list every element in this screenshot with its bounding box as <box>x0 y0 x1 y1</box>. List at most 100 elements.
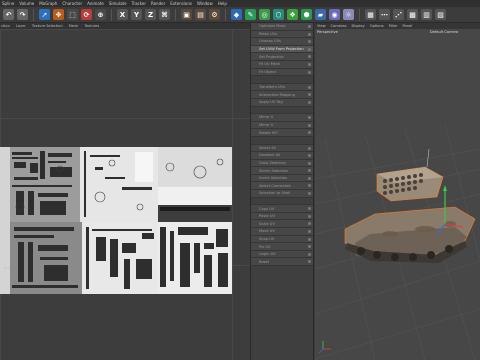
menu-item-tracker[interactable]: Tracker <box>132 1 146 6</box>
redo-icon[interactable]: ↷ <box>17 9 28 20</box>
light-icon[interactable]: ☼ <box>343 9 354 20</box>
viewport-menu-item[interactable]: Options <box>370 24 384 28</box>
floor-icon[interactable]: ▰ <box>315 9 326 20</box>
command-options-icon[interactable] <box>308 123 311 127</box>
uv-command-item[interactable]: Unpin UV <box>251 250 313 259</box>
edges-mode-icon[interactable]: ⋰ <box>393 9 404 20</box>
command-options-icon[interactable] <box>308 222 311 226</box>
uv-command-item[interactable]: Scale UV <box>251 220 313 229</box>
live-selection-icon[interactable]: ➚ <box>39 9 50 20</box>
menu-item-character[interactable]: Character <box>62 1 82 6</box>
command-options-icon[interactable] <box>308 176 311 180</box>
command-options-icon[interactable] <box>308 237 311 241</box>
command-options-icon[interactable] <box>308 25 311 28</box>
uv-command-item[interactable]: Snap UV <box>251 235 313 244</box>
command-options-icon[interactable] <box>308 245 311 249</box>
menu-item-extensions[interactable]: Extensions <box>170 1 192 6</box>
command-options-icon[interactable] <box>308 154 311 158</box>
uv-command-item[interactable]: Pin UV <box>251 243 313 251</box>
undo-icon[interactable]: ↶ <box>3 9 14 20</box>
command-options-icon[interactable] <box>308 116 311 120</box>
command-options-icon[interactable] <box>308 40 311 44</box>
uv-menu-item[interactable]: Layer <box>16 24 26 28</box>
command-options-icon[interactable] <box>308 207 311 211</box>
uv-command-item[interactable]: Deselect All <box>251 152 313 160</box>
render-settings-icon[interactable]: ⚙ <box>209 9 220 20</box>
pen-spline-icon[interactable]: ✎ <box>245 9 256 20</box>
cloner-icon[interactable]: ⬡ <box>273 9 284 20</box>
uv-command-item[interactable]: Unwrap UVs <box>251 38 313 46</box>
uv-command-item[interactable]: Copy UV <box>251 205 313 213</box>
command-options-icon[interactable] <box>308 161 311 165</box>
uv-menu-item[interactable]: ction <box>1 24 10 28</box>
uv-command-item[interactable]: Relax UVs <box>251 30 313 39</box>
command-options-icon[interactable] <box>308 169 311 173</box>
command-options-icon[interactable] <box>308 32 311 36</box>
uv-command-item[interactable]: Paste UV <box>251 212 313 221</box>
points-mode-icon[interactable]: ⋯ <box>379 9 390 20</box>
scale-icon[interactable]: ⬚ <box>67 9 78 20</box>
command-options-icon[interactable] <box>308 230 311 234</box>
uv-command-item[interactable]: Set UVW From Projection <box>251 45 313 54</box>
uv-command-item[interactable]: Apply UV Tag <box>251 98 313 107</box>
effector-icon[interactable]: ⬢ <box>301 9 312 20</box>
uv-command-item[interactable]: Shrink Selection <box>251 167 313 175</box>
uv-command-item[interactable]: Invert Selection <box>251 174 313 183</box>
x-axis-icon[interactable]: X <box>117 9 128 20</box>
command-options-icon[interactable] <box>308 192 311 196</box>
menu-item-render[interactable]: Render <box>151 1 165 6</box>
uv-command-item[interactable]: Select All <box>251 144 313 153</box>
deformer-icon[interactable]: ❖ <box>287 9 298 20</box>
move-icon[interactable]: ✥ <box>53 9 64 20</box>
uv-menu-item[interactable]: Mesh <box>69 24 78 28</box>
menu-item-help[interactable]: Help <box>218 1 227 6</box>
command-options-icon[interactable] <box>308 100 311 104</box>
command-options-icon[interactable] <box>308 131 311 135</box>
menu-item-window[interactable]: Window <box>197 1 213 6</box>
uv-command-item[interactable]: Set Projection <box>251 53 313 61</box>
uv-menu-item[interactable]: Texture Selection <box>32 24 63 28</box>
uv-command-item[interactable]: Rotate 90° <box>251 129 313 137</box>
cube-primitive-icon[interactable]: ◆ <box>231 9 242 20</box>
subdivision-icon[interactable]: ◎ <box>259 9 270 20</box>
recent-tools-icon[interactable]: ⊕ <box>95 9 106 20</box>
render-picture-viewer-icon[interactable]: ▤ <box>195 9 206 20</box>
command-options-icon[interactable] <box>308 70 311 74</box>
uv-command-item[interactable]: Interactive Mapping <box>251 91 313 99</box>
viewport-menu-item[interactable]: Display <box>352 24 365 28</box>
command-options-icon[interactable] <box>308 55 311 59</box>
uv-mode-icon[interactable]: ▥ <box>421 9 432 20</box>
layout-icon[interactable]: ▦ <box>365 9 376 20</box>
z-axis-icon[interactable]: Z <box>145 9 156 20</box>
viewport-menu-item[interactable]: Filter <box>389 24 398 28</box>
command-options-icon[interactable] <box>308 184 311 188</box>
uv-command-item[interactable]: Fit UV Mesh <box>251 60 313 69</box>
perspective-viewport[interactable]: Perspective Default Camera <box>315 29 480 360</box>
command-options-icon[interactable] <box>308 252 311 256</box>
command-options-icon[interactable] <box>308 47 311 51</box>
uv-command-item[interactable]: Grow Selection <box>251 159 313 168</box>
uv-menu-item[interactable]: Textures <box>84 24 99 28</box>
rotate-icon[interactable]: ⟳ <box>81 9 92 20</box>
uv-command-item[interactable]: Fit Object <box>251 68 313 77</box>
command-options-icon[interactable] <box>308 62 311 66</box>
menu-item-spline[interactable]: Spline <box>2 1 14 6</box>
menu-item-mograph[interactable]: MoGraph <box>39 1 57 6</box>
uv-command-item[interactable]: Mirror U <box>251 114 313 122</box>
uv-command-item[interactable]: Move UV <box>251 228 313 236</box>
texture-mode-icon[interactable]: ▧ <box>435 9 446 20</box>
menu-item-animate[interactable]: Animate <box>87 1 104 6</box>
command-options-icon[interactable] <box>308 214 311 218</box>
uv-command-item[interactable]: Select Connected <box>251 182 313 191</box>
viewport-menu-item[interactable]: Cameras <box>331 24 347 28</box>
uv-command-item[interactable]: Reset <box>251 258 313 266</box>
camera-icon[interactable]: ◉ <box>329 9 340 20</box>
y-axis-icon[interactable]: Y <box>131 9 142 20</box>
menu-item-volume[interactable]: Volume <box>19 1 34 6</box>
command-options-icon[interactable] <box>308 146 311 150</box>
world-coordinates-icon[interactable]: ⌘ <box>159 9 170 20</box>
command-options-icon[interactable] <box>308 93 311 97</box>
viewport-menu-item[interactable]: View <box>317 24 326 28</box>
render-view-icon[interactable]: ▣ <box>181 9 192 20</box>
menu-item-simulate[interactable]: Simulate <box>109 1 127 6</box>
